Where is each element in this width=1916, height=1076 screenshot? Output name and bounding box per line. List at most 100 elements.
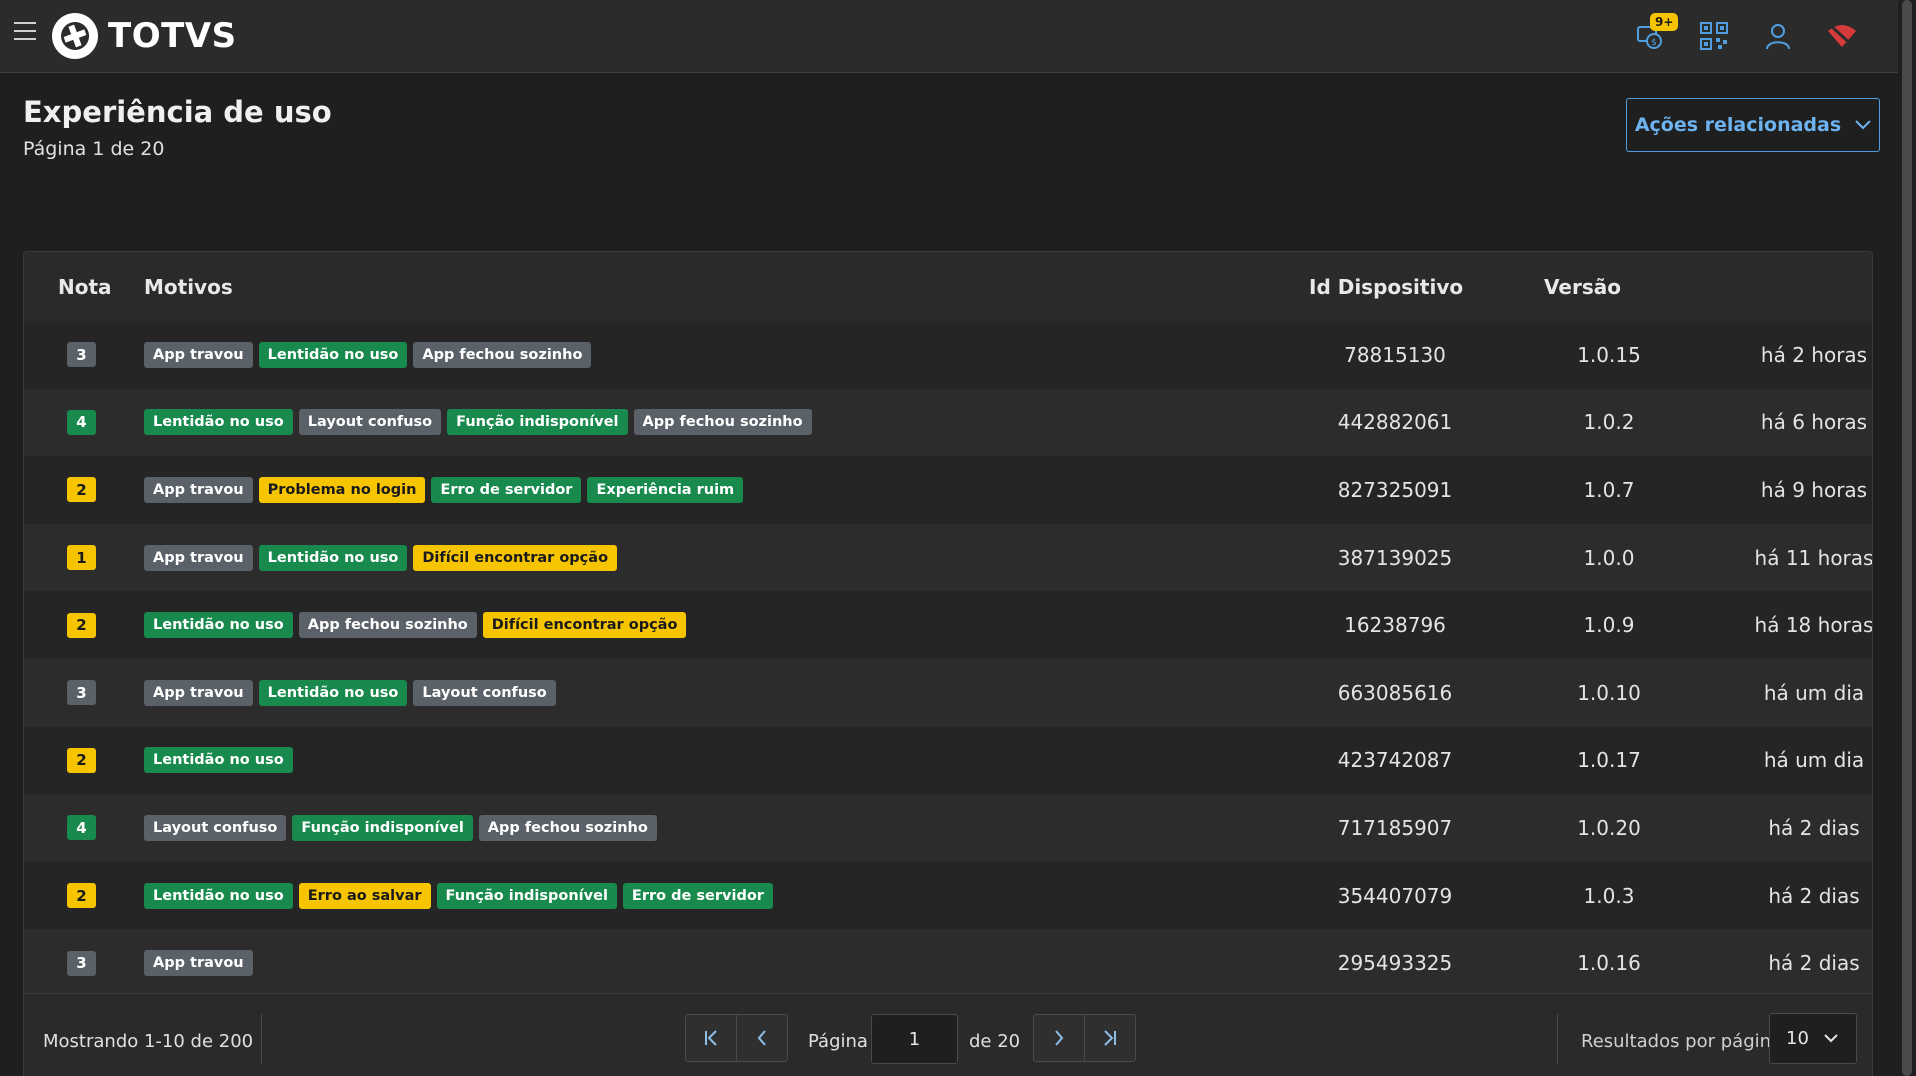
divider [1557,1014,1558,1064]
qr-code-icon[interactable] [1698,20,1730,52]
previous-page-button[interactable] [736,1014,788,1062]
last-page-button[interactable] [1084,1014,1136,1062]
motivo-tag: Layout confuso [144,814,287,841]
total-pages-label: de 20 [969,1031,1021,1052]
table-row[interactable]: 2 Lentidão no uso Erro ao salvar Função ind… [24,861,1872,930]
wifi-off-icon[interactable] [1826,20,1858,52]
motivo-tag: Lentidão no uso [258,341,408,368]
top-actions: $ 9+ [1634,13,1858,58]
user-icon[interactable] [1762,20,1794,52]
motivo-tag: Lentidão no uso [258,679,408,706]
time-cell: há um dia [1763,748,1865,773]
table-row[interactable]: 2 Lentidão no uso 423742087 1.0.17 há um dia [24,726,1872,795]
motivo-tag: Erro de servidor [431,476,582,503]
time-cell: há um dia [1763,680,1865,705]
notification-badge: 9+ [1650,13,1679,31]
scrollbar[interactable] [1898,0,1916,1076]
motivo-tag: Layout confuso [413,679,556,706]
motivos-tags: App travou [144,950,253,977]
motivos-tags: App travou Lentidão no uso Difícil encontr… [144,544,618,571]
time-cell: há 9 horas [1760,477,1868,502]
table-row[interactable]: 4 Layout confuso Função indisponível App fe… [24,794,1872,862]
motivo-tag: Difícil encontrar opção [413,544,618,571]
table-header: Nota Motivos Id Dispositivo Versão [24,252,1872,321]
pagination-footer: Mostrando 1-10 de 200 Página de 20 [24,993,1872,1076]
nota-badge: 2 [67,747,96,773]
motivo-tag: Erro ao salvar [298,882,431,909]
first-page-button[interactable] [685,1014,737,1062]
table-row[interactable]: 2 Lentidão no uso App fechou sozinho Difíci… [24,591,1872,659]
motivo-tag: App fechou sozinho [413,341,592,368]
motivos-tags: App travou Lentidão no uso Layout confuso [144,679,556,706]
chevron-down-icon [1824,1034,1838,1043]
chevron-right-icon [1055,1030,1064,1046]
motivo-tag: Lentidão no uso [258,544,408,571]
brand-name: TOTVS [108,16,237,56]
motivo-tag: App travou [144,476,253,503]
time-cell: há 11 horas [1754,545,1873,570]
next-page-button[interactable] [1033,1014,1085,1062]
motivo-tag: Função indisponível [292,814,473,841]
nota-badge: 2 [67,883,96,909]
nota-badge: 3 [67,680,96,706]
related-actions-button[interactable]: Ações relacionadas [1626,98,1880,152]
nota-badge: 1 [67,545,96,571]
nota-badge: 3 [67,342,96,368]
motivo-tag: Função indisponível [436,882,617,909]
motivo-tag: Problema no login [258,476,426,503]
motivos-tags: Layout confuso Função indisponível App fec… [144,814,657,841]
nota-badge: 2 [67,612,96,638]
results-per-page-select[interactable]: 10 [1769,1013,1857,1064]
motivo-tag: App travou [144,950,253,977]
nota-badge: 2 [67,477,96,503]
motivo-tag: App fechou sozinho [633,409,812,436]
motivo-tag: Erro de servidor [622,882,773,909]
page-number-input[interactable] [871,1014,958,1064]
motivo-tag: App travou [144,544,253,571]
scrollbar-thumb[interactable] [1902,0,1912,1076]
logo[interactable]: TOTVS [50,11,237,61]
table-row[interactable]: 3 App travou 295493325 1.0.16 há 2 dias [24,929,1872,997]
motivo-tag: Layout confuso [298,409,442,436]
svg-text:$: $ [1651,38,1657,48]
column-header-versao[interactable]: Versão [1544,275,1621,299]
motivos-tags: App travou Problema no login Erro de servi… [144,476,744,503]
divider [261,1014,262,1064]
nota-badge: 3 [67,950,96,976]
menu-icon[interactable] [14,22,36,42]
motivo-tag: Experiência ruim [587,476,744,503]
page-subtitle: Página 1 de 20 [23,138,165,160]
column-header-id-dispositivo[interactable]: Id Dispositivo [1309,275,1463,299]
table-row[interactable]: 3 App travou Lentidão no uso Layout confuso… [24,659,1872,727]
motivo-tag: Difícil encontrar opção [482,612,687,639]
top-bar: TOTVS $ 9+ [0,0,1898,73]
page-label: Página [808,1031,868,1052]
motivo-tag: App fechou sozinho [298,612,477,639]
motivo-tag: App fechou sozinho [478,814,657,841]
time-cell: há 2 horas [1760,342,1868,367]
motivo-tag: App travou [144,679,253,706]
motivos-tags: App travou Lentidão no uso App fechou sozi… [144,341,592,368]
time-cell: há 2 dias [1768,951,1860,976]
time-cell: há 2 dias [1768,815,1860,840]
chevron-down-icon [1855,120,1871,130]
time-cell: há 18 horas [1754,613,1873,638]
notifications-icon[interactable]: $ 9+ [1634,13,1679,52]
motivos-tags: Lentidão no uso Erro ao salvar Função indi… [144,882,773,909]
motivo-tag: Função indisponível [447,409,628,436]
column-header-motivos[interactable]: Motivos [144,275,233,299]
table-row[interactable]: 2 App travou Problema no login Erro de serv… [24,456,1872,524]
column-header-nota[interactable]: Nota [58,275,112,299]
time-cell: há 2 dias [1768,883,1860,908]
results-per-page-value: 10 [1786,1028,1809,1049]
related-actions-label: Ações relacionadas [1634,114,1842,136]
table-row[interactable]: 4 Lentidão no uso Layout confuso Função ind… [24,388,1872,457]
motivo-tag: Lentidão no uso [144,409,293,436]
motivos-tags: Lentidão no uso Layout confuso Função indi… [144,409,812,436]
motivo-tag: App travou [144,341,253,368]
table-row[interactable]: 1 App travou Lentidão no uso Difícil encont… [24,523,1873,592]
table-row[interactable]: 3 App travou Lentidão no uso App fechou soz… [24,321,1872,389]
motivo-tag: Lentidão no uso [144,612,293,639]
motivos-tags: Lentidão no uso App fechou sozinho Difícil… [144,612,687,639]
motivo-tag: Lentidão no uso [144,882,293,909]
